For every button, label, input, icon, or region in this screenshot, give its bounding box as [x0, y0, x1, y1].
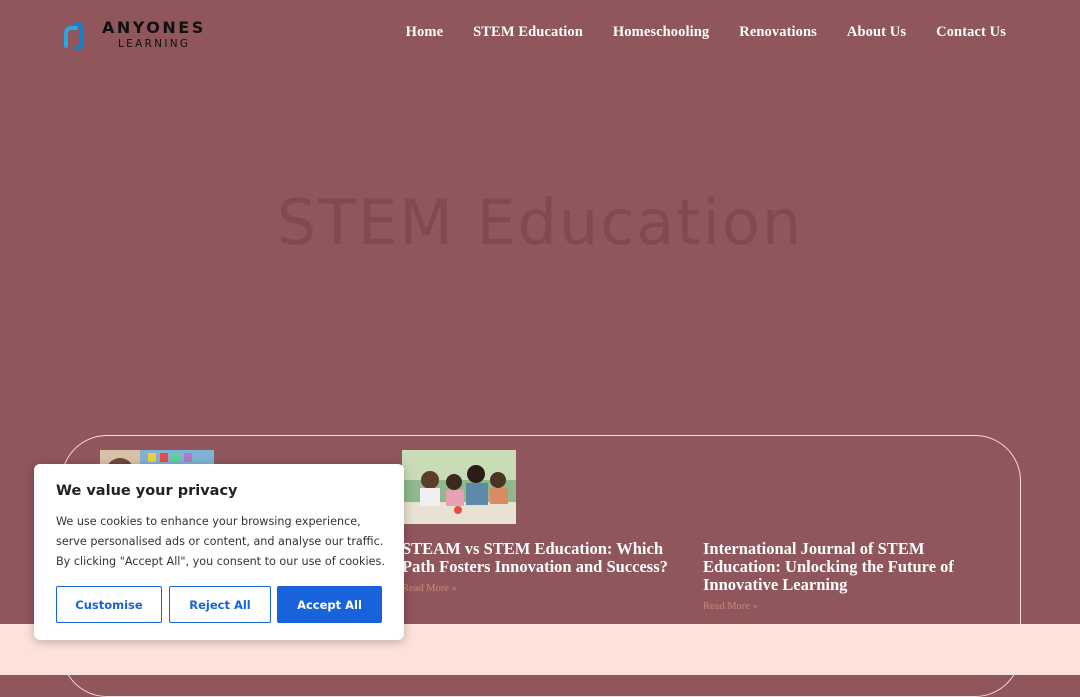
- post-card-3: International Journal of STEM Education:…: [703, 524, 963, 613]
- logo-subtitle: LEARNING: [118, 38, 191, 51]
- read-more-link[interactable]: Read More »: [402, 583, 457, 594]
- main-nav: Home STEM Education Homeschooling Renova…: [406, 24, 1006, 41]
- site-logo[interactable]: ANYONES LEARNING: [62, 16, 206, 54]
- logo-icon: [64, 22, 84, 50]
- read-more-link[interactable]: Read More »: [703, 601, 758, 612]
- logo-wordmark: ANYONES: [102, 18, 206, 38]
- nav-contact-us[interactable]: Contact Us: [936, 24, 1006, 41]
- post-title[interactable]: STEAM vs STEM Education: Which Path Fost…: [402, 540, 692, 576]
- nav-about-us[interactable]: About Us: [847, 24, 906, 41]
- post-title[interactable]: International Journal of STEM Education:…: [703, 540, 963, 594]
- page-title: STEM Education: [276, 186, 804, 259]
- nav-renovations[interactable]: Renovations: [739, 24, 817, 41]
- nav-homeschooling[interactable]: Homeschooling: [613, 24, 709, 41]
- customise-button[interactable]: Customise: [56, 586, 162, 623]
- cookie-description: We use cookies to enhance your browsing …: [56, 515, 385, 568]
- accept-all-button[interactable]: Accept All: [277, 586, 382, 623]
- cookie-consent-banner: We value your privacy We use cookies to …: [34, 464, 404, 640]
- cookie-title: We value your privacy: [56, 483, 238, 499]
- nav-home[interactable]: Home: [406, 24, 443, 41]
- reject-all-button[interactable]: Reject All: [169, 586, 271, 623]
- site-header: ANYONES LEARNING Home STEM Education Hom…: [0, 0, 1080, 70]
- post-thumbnail[interactable]: [402, 450, 516, 524]
- nav-stem-education[interactable]: STEM Education: [473, 24, 583, 41]
- post-card-2: STEAM vs STEM Education: Which Path Fost…: [402, 450, 692, 595]
